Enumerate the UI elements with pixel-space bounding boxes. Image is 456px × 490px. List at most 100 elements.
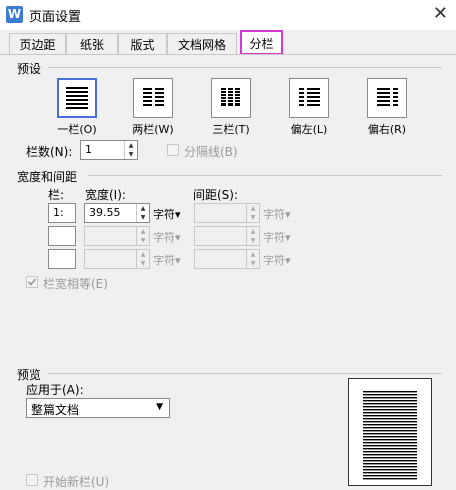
page-setup-dialog: W 页面设置 ✕ 页边距 纸张 版式 文档网格 分栏 预设 一栏(O) 两栏(W… (0, 0, 456, 489)
spacing-stepper-1[interactable]: ▲ ▼ (194, 203, 260, 223)
window-title: 页面设置 (29, 10, 82, 25)
preview-line (363, 403, 417, 405)
preview-line (363, 436, 417, 438)
down-arrow-icon: ▼ (250, 237, 256, 244)
wps-app-icon: W (6, 6, 23, 23)
tabs-divider (0, 54, 456, 55)
down-arrow-icon[interactable]: ▼ (125, 150, 137, 159)
spacing-stepper-3[interactable]: ▲ ▼ (194, 249, 260, 269)
width-unit-3: 字符▾ (153, 254, 181, 267)
close-icon[interactable]: ✕ (433, 3, 448, 25)
preview-line (363, 469, 417, 471)
separator-label: 分隔线(B) (184, 145, 238, 159)
tab-margins[interactable]: 页边距 (9, 33, 66, 55)
preview-line (363, 454, 417, 456)
preview-line (363, 418, 417, 420)
column-index-box (48, 226, 76, 246)
title-bar: W 页面设置 ✕ (0, 0, 456, 30)
start-new-column-checkbox[interactable] (26, 474, 38, 486)
preview-line (363, 427, 417, 429)
up-arrow-icon: ▲ (250, 251, 256, 258)
preset-left-button[interactable] (289, 78, 329, 118)
apply-to-label: 应用于(A): (26, 383, 84, 397)
up-arrow-icon[interactable]: ▲ (137, 204, 149, 213)
spacing-header: 间距(S): (193, 188, 239, 202)
up-arrow-icon: ▲ (250, 228, 256, 235)
preview-line (363, 430, 417, 432)
width-stepper-2[interactable]: ▲ ▼ (84, 226, 150, 246)
separator-checkbox[interactable] (167, 144, 179, 156)
preview-line (363, 424, 417, 426)
preview-line (363, 475, 417, 477)
preview-text-lines (363, 391, 417, 480)
chevron-down-icon: ▼ (156, 402, 163, 412)
preview-line (363, 397, 417, 399)
stepper-arrows: ▲ ▼ (246, 204, 259, 222)
checkmark-icon (27, 278, 37, 286)
up-arrow-icon[interactable]: ▲ (125, 141, 137, 150)
tab-paper[interactable]: 纸张 (66, 33, 118, 55)
down-arrow-icon[interactable]: ▼ (137, 213, 149, 222)
preset-two-column-button[interactable] (133, 78, 173, 118)
one-column-icon (66, 87, 88, 109)
left-column-icon (299, 88, 320, 106)
tab-columns[interactable]: 分栏 (240, 30, 283, 55)
tab-document-grid[interactable]: 文档网格 (167, 33, 237, 55)
preview-line (363, 457, 417, 459)
preview-line (363, 442, 417, 444)
stepper-arrows: ▲ ▼ (246, 227, 259, 245)
preview-line (363, 448, 417, 450)
width-stepper-3[interactable]: ▲ ▼ (84, 249, 150, 269)
apply-to-value: 整篇文档 (31, 403, 80, 417)
down-arrow-icon: ▼ (140, 260, 146, 267)
preview-line (363, 400, 417, 402)
preview-divider (48, 373, 442, 374)
preset-one-column-label: 一栏(O) (57, 123, 97, 136)
right-column-icon (377, 88, 398, 106)
up-arrow-icon: ▲ (250, 205, 256, 212)
width-header: 宽度(I): (85, 188, 126, 202)
equal-width-checkbox[interactable] (26, 276, 38, 288)
columns-count-value: 1 (85, 143, 92, 156)
preview-line (363, 409, 417, 411)
stepper-arrows: ▲ ▼ (136, 227, 149, 245)
spacing-stepper-2[interactable]: ▲ ▼ (194, 226, 260, 246)
preview-line (363, 439, 417, 441)
preset-two-column-label: 两栏(W) (132, 123, 174, 136)
columns-count-label: 栏数(N): (26, 145, 73, 159)
width-stepper-1[interactable]: 39.55 ▲ ▼ (84, 203, 150, 223)
preset-right-label: 偏右(R) (367, 123, 407, 136)
stepper-arrows: ▲ ▼ (136, 250, 149, 268)
stepper-arrows: ▲ ▼ (246, 250, 259, 268)
preset-three-column-button[interactable] (211, 78, 251, 118)
presets-divider (48, 67, 442, 68)
preview-line (363, 406, 417, 408)
width-spacing-divider (88, 175, 442, 176)
preset-one-column-button[interactable] (57, 78, 97, 118)
preview-line (363, 394, 417, 396)
apply-to-select[interactable]: 整篇文档 ▼ (26, 398, 170, 418)
column-index-box (48, 249, 76, 269)
preview-line (363, 478, 417, 480)
width-unit-1[interactable]: 字符▾ (153, 206, 181, 222)
preview-line (363, 433, 417, 435)
preview-line (363, 466, 417, 468)
column-index-box: 1: (48, 203, 76, 223)
start-new-column-label: 开始新栏(U) (43, 475, 110, 489)
down-arrow-icon: ▼ (140, 237, 146, 244)
preset-right-button[interactable] (367, 78, 407, 118)
presets-section-label: 预设 (17, 62, 42, 76)
down-arrow-icon: ▼ (250, 260, 256, 267)
tab-layout[interactable]: 版式 (118, 33, 167, 55)
up-arrow-icon: ▲ (140, 251, 146, 258)
preview-line (363, 415, 417, 417)
preview-line (363, 421, 417, 423)
preview-line (363, 412, 417, 414)
preview-line (363, 391, 417, 393)
stepper-arrows[interactable]: ▲ ▼ (136, 204, 149, 222)
preview-line (363, 463, 417, 465)
tab-bar: 页边距 纸张 版式 文档网格 分栏 (0, 30, 456, 55)
columns-count-stepper[interactable]: 1 ▲ ▼ (80, 140, 138, 160)
spacing-unit-3: 字符▾ (263, 254, 291, 267)
stepper-arrows[interactable]: ▲ ▼ (124, 141, 137, 159)
